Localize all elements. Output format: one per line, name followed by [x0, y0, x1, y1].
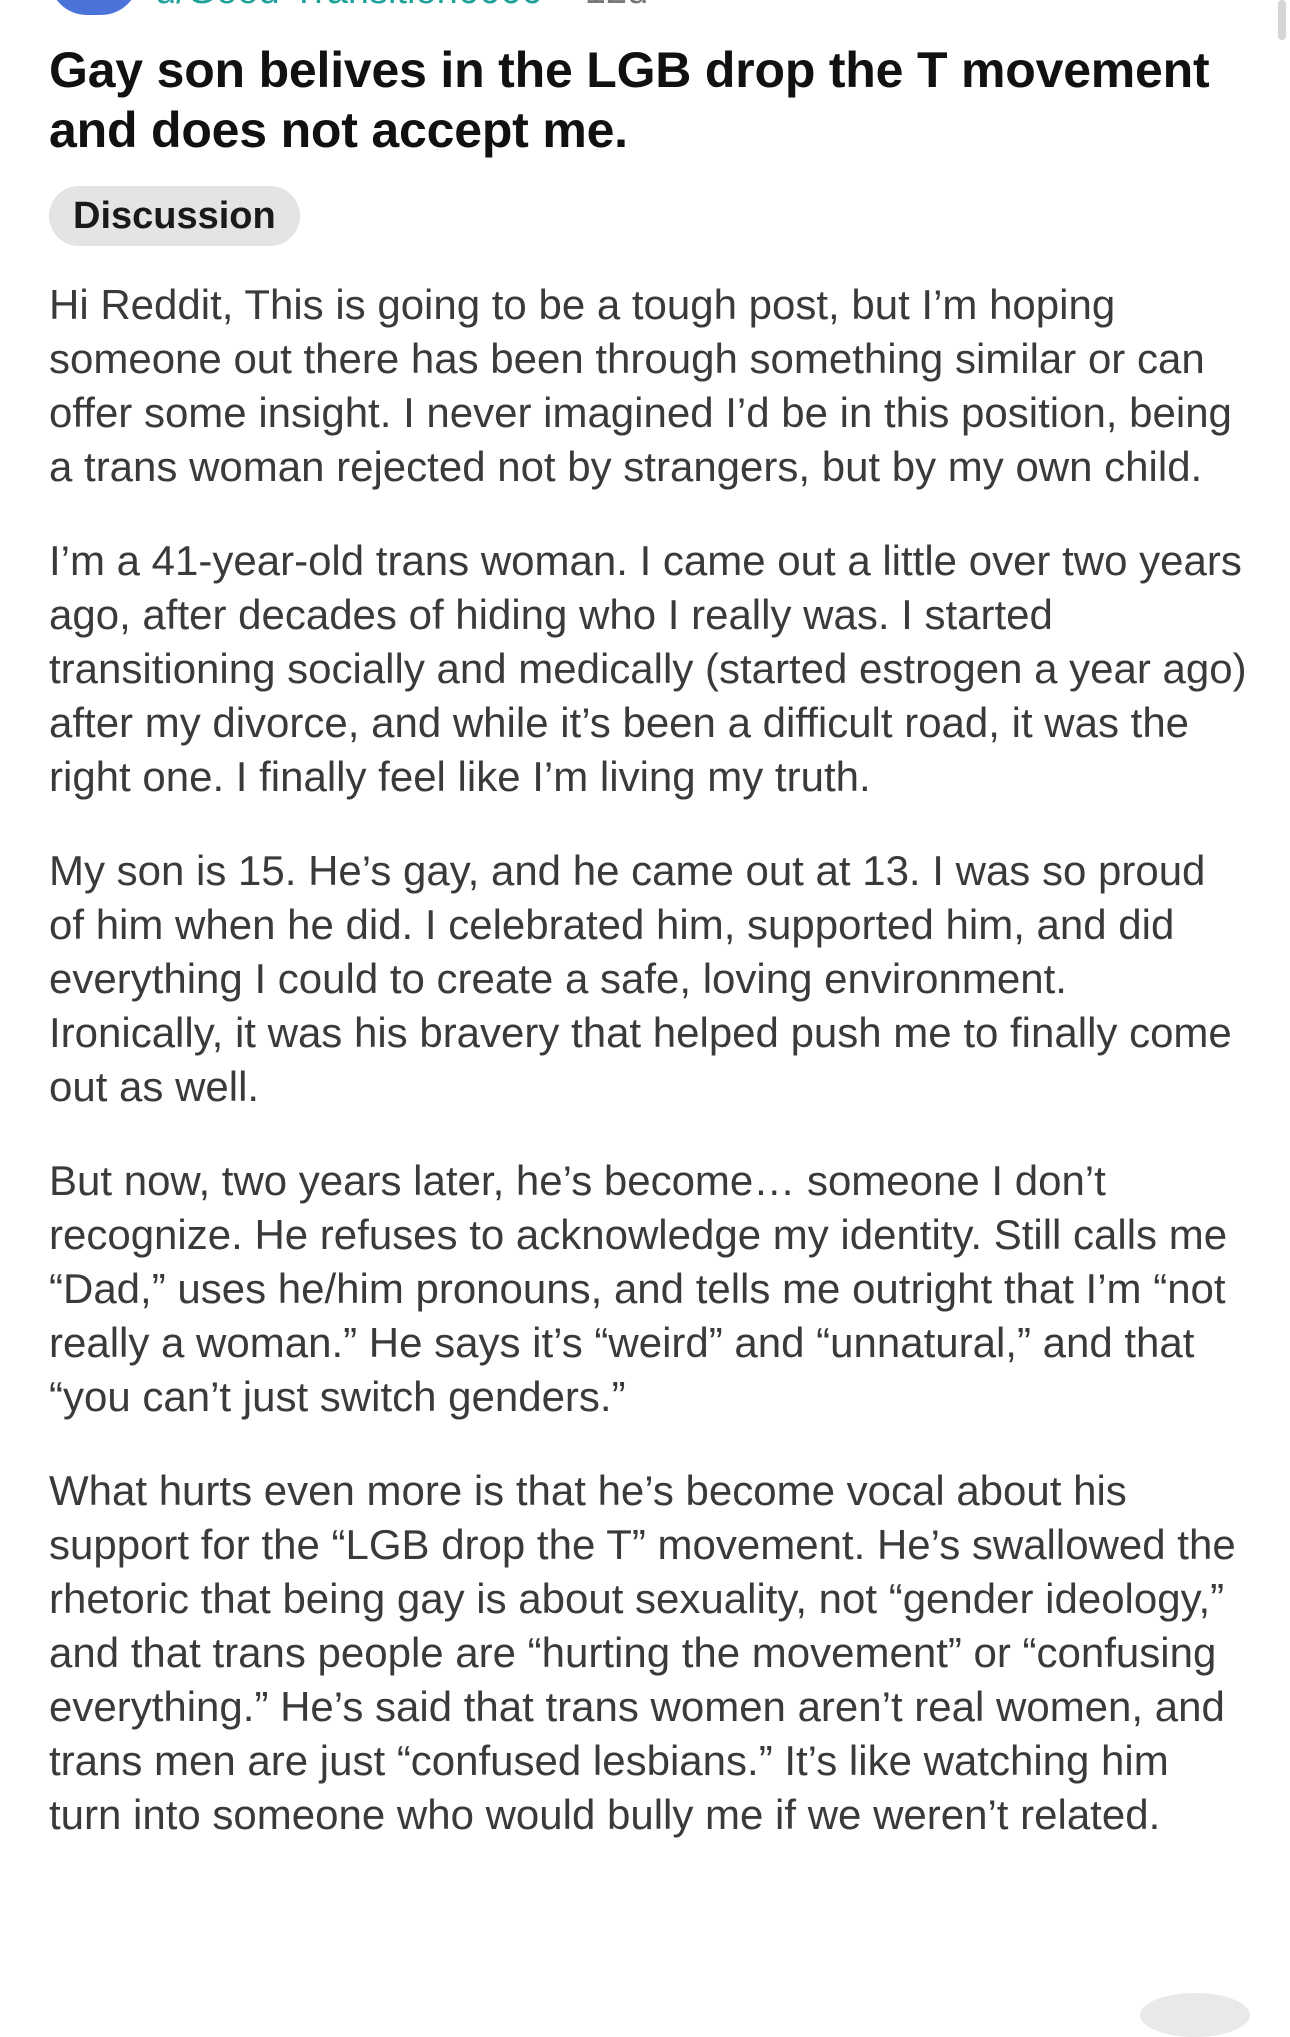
- author-username[interactable]: u/Good-Transition6666: [155, 0, 542, 11]
- post-age: 12d: [585, 0, 648, 13]
- post-meta: u/Good-Transition6666 • 12d: [49, 0, 648, 18]
- post-body: Hi Reddit, This is going to be a tough p…: [49, 278, 1249, 1842]
- post-paragraph: What hurts even more is that he’s become…: [49, 1467, 1236, 1838]
- meta-separator: •: [558, 0, 569, 8]
- avatar[interactable]: [49, 0, 139, 15]
- flair-badge[interactable]: Discussion: [49, 186, 300, 246]
- scrollbar[interactable]: [1278, 0, 1286, 40]
- floating-button-edge[interactable]: [1140, 1993, 1250, 2037]
- post-paragraph: I’m a 41-year-old trans woman. I came ou…: [49, 537, 1247, 800]
- post-title: Gay son belives in the LGB drop the T mo…: [49, 42, 1210, 158]
- post-paragraph: But now, two years later, he’s become… s…: [49, 1157, 1228, 1420]
- post: Gay son belives in the LGB drop the T mo…: [49, 40, 1249, 1882]
- post-paragraph: Hi Reddit, This is going to be a tough p…: [49, 281, 1232, 490]
- post-paragraph: My son is 15. He’s gay, and he came out …: [49, 847, 1232, 1110]
